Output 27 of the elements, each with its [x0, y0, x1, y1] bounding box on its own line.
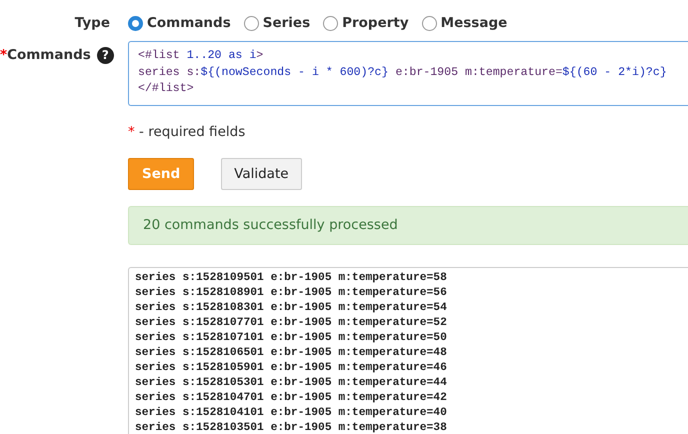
type-label: Type — [74, 15, 110, 31]
output-line: series s:1528106501 e:br-1905 m:temperature=48 — [135, 346, 448, 361]
output-line: series s:1528107101 e:br-1905 m:temperature=50 — [135, 330, 448, 346]
template-editor[interactable]: <#list 1..20 as i> series s:${(nowSeconds - i * 600)?c} e:br-1905 m:temperature=${(60 - 2*i)?c} </#list> — [128, 41, 688, 106]
commands-label: *Commands — [0, 46, 91, 66]
validate-button[interactable]: Validate — [221, 158, 302, 190]
output-line: series s:1528108901 e:br-1905 m:temperature=56 — [135, 286, 448, 301]
output-line: series s:1528108301 e:br-1905 m:temperature=54 — [135, 300, 448, 316]
help-icon[interactable]: ? — [96, 46, 114, 64]
radio-button[interactable] — [128, 16, 143, 31]
output-line: series s:1528104101 e:br-1905 m:temperature=40 — [135, 406, 448, 422]
radio-label[interactable]: Property — [342, 13, 409, 34]
output-line: series s:1528103501 e:br-1905 m:temperature=38 — [135, 421, 448, 434]
output-line: series s:1528105901 e:br-1905 m:temperature=46 — [135, 361, 448, 376]
radio-button[interactable] — [244, 16, 259, 31]
success-alert: 20 commands successfully processed — [128, 206, 688, 244]
output-line: series s:1528104701 e:br-1905 m:temperature=42 — [135, 391, 448, 406]
output-line: series s:1528105301 e:br-1905 m:temperature=44 — [135, 376, 448, 392]
radio-label[interactable]: Commands — [147, 13, 231, 34]
required-mark: * — [0, 47, 8, 64]
required-fields-note: * - required fields — [128, 124, 246, 140]
output-line: series s:1528107701 e:br-1905 m:temperature=52 — [135, 316, 448, 331]
radio-button[interactable] — [323, 16, 338, 31]
radio-label[interactable]: Message — [440, 13, 508, 34]
radio-label[interactable]: Series — [262, 13, 310, 34]
output-line: series s:1528109501 e:br-1905 m:temperature=58 — [135, 270, 448, 286]
radio-button[interactable] — [422, 16, 437, 31]
